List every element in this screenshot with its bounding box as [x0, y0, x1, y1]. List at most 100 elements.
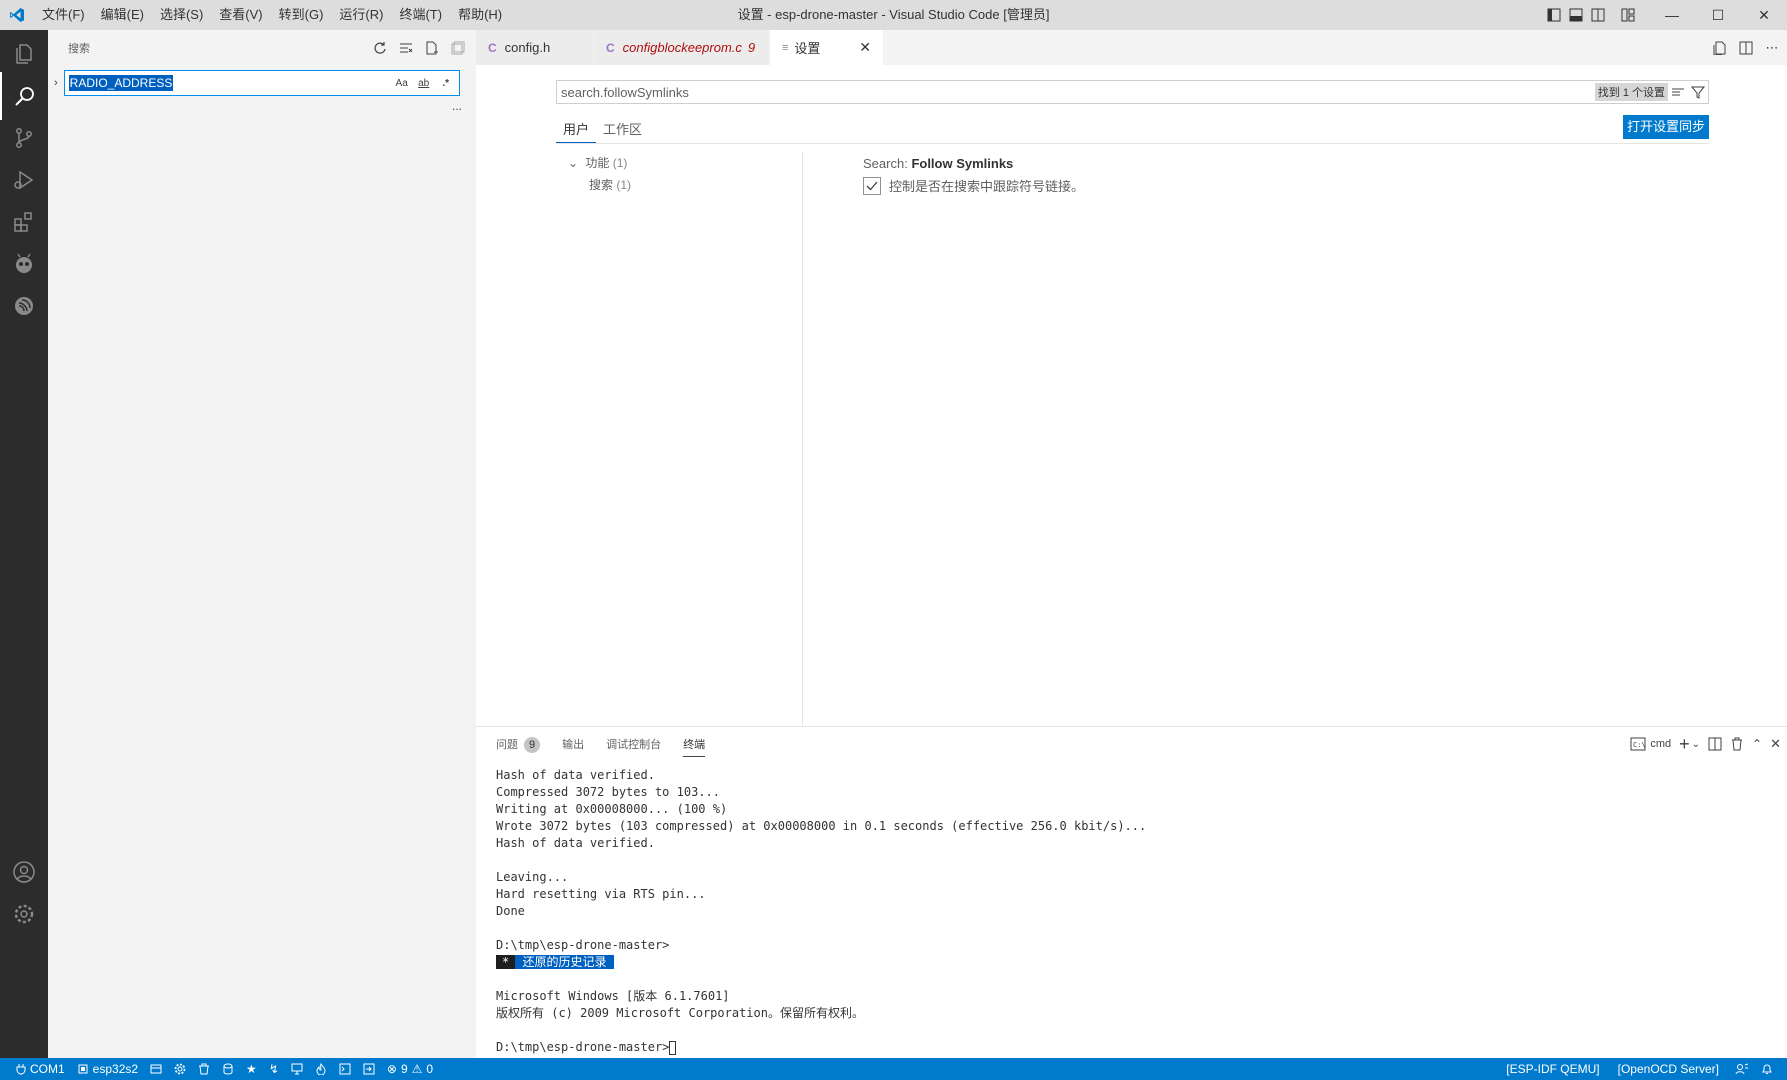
clear-settings-search-icon[interactable]	[1668, 85, 1688, 99]
toc-group-features[interactable]: ⌄ 功能 (1)	[556, 152, 802, 174]
split-editor-icon[interactable]	[1737, 39, 1755, 57]
kill-terminal-trash-icon[interactable]	[1730, 734, 1744, 754]
close-window-icon[interactable]: ✕	[1741, 0, 1787, 30]
build-cylinder-icon[interactable]	[216, 1058, 240, 1080]
toggle-replace-chevron-icon[interactable]: ›	[54, 77, 58, 89]
maximize-icon[interactable]: ☐	[1695, 0, 1741, 30]
terminal-line: Microsoft Windows [版本 6.1.7601]	[496, 989, 730, 1003]
split-terminal-icon[interactable]	[1708, 734, 1722, 754]
tab-debug-console[interactable]: 调试控制台	[606, 734, 661, 756]
maximize-panel-chevron-up-icon[interactable]: ⌃	[1752, 734, 1762, 754]
open-settings-json-icon[interactable]	[1711, 39, 1729, 57]
c-file-icon: C	[606, 40, 615, 55]
use-regex-icon[interactable]: .*	[437, 78, 455, 89]
menu-terminal[interactable]: 终端(T)	[391, 0, 450, 30]
close-panel-icon[interactable]: ✕	[1770, 734, 1781, 754]
menu-edit[interactable]: 编辑(E)	[93, 0, 152, 30]
refresh-icon[interactable]	[370, 38, 390, 58]
checkmark-icon	[866, 181, 878, 190]
terminal-line: Wrote 3072 bytes (103 compressed) at 0x0…	[496, 819, 1147, 833]
tab-config-h[interactable]: C config.h	[476, 30, 594, 65]
settings-search-value[interactable]: search.followSymlinks	[561, 85, 689, 100]
explorer-icon[interactable]	[0, 30, 48, 78]
menu-view[interactable]: 查看(V)	[211, 0, 270, 30]
tab-label: 问题	[496, 739, 518, 751]
tab-workspace-settings[interactable]: 工作区	[596, 116, 649, 143]
menu-run[interactable]: 运行(R)	[331, 0, 391, 30]
problems-summary-item[interactable]: ⊗ 9 ⚠ 0	[381, 1058, 439, 1080]
minimize-icon[interactable]: —	[1649, 0, 1695, 30]
tab-settings[interactable]: ≡ 设置 ✕	[770, 30, 884, 65]
source-control-icon[interactable]	[0, 114, 48, 162]
customize-layout-icon[interactable]	[1617, 0, 1639, 30]
collapse-all-icon[interactable]	[448, 38, 468, 58]
toggle-sidebar-icon[interactable]	[1543, 0, 1565, 30]
editor-area: C config.h C configblockeeprom.c 9 ≡ 设置 …	[476, 30, 1787, 726]
tab-problems[interactable]: 问题 9	[496, 734, 541, 756]
esp-idf-qemu-item[interactable]: [ESP-IDF QEMU]	[1500, 1058, 1605, 1080]
sdk-config-icon[interactable]	[144, 1058, 168, 1080]
monitor-icon[interactable]	[285, 1058, 309, 1080]
menu-file[interactable]: 文件(F)	[34, 0, 93, 30]
espressif-icon[interactable]	[0, 282, 48, 330]
manage-gear-icon[interactable]	[0, 890, 48, 938]
build-flash-monitor-flame-icon[interactable]	[309, 1058, 333, 1080]
extensions-icon[interactable]	[0, 198, 48, 246]
toggle-search-details-icon[interactable]: ...	[48, 100, 476, 112]
terminal-output[interactable]: Hash of data verified. Compressed 3072 b…	[476, 763, 1787, 1056]
tab-user-settings[interactable]: 用户	[556, 116, 597, 143]
target-item[interactable]: esp32s2	[71, 1058, 144, 1080]
search-icon[interactable]	[0, 72, 48, 120]
openocd-server-item[interactable]: [OpenOCD Server]	[1612, 1058, 1725, 1080]
clear-results-icon[interactable]	[396, 38, 416, 58]
run-debug-icon[interactable]	[0, 156, 48, 204]
toc-group-label: 功能	[585, 156, 610, 170]
new-terminal-icon[interactable]: +	[1679, 734, 1690, 754]
svg-text:C:\: C:\	[1633, 741, 1646, 749]
settings-scope-tabs: 用户 工作区	[556, 116, 1709, 144]
close-tab-icon[interactable]: ✕	[859, 39, 871, 56]
match-whole-word-icon[interactable]: ab	[415, 78, 433, 89]
terminal-select[interactable]: C:\ cmd	[1630, 734, 1671, 754]
terminal-prompt-icon[interactable]	[333, 1058, 357, 1080]
idf-terminal-icon[interactable]	[357, 1058, 381, 1080]
serial-port-item[interactable]: COM1	[0, 1058, 71, 1080]
toc-item-count: (1)	[616, 178, 632, 192]
toggle-panel-icon[interactable]	[1565, 0, 1587, 30]
account-icon[interactable]	[0, 848, 48, 896]
more-actions-icon[interactable]: ⋯	[1763, 39, 1781, 57]
search-input[interactable]: RADIO_ADDRESS Aa ab .*	[63, 70, 460, 96]
menuconfig-gear-icon[interactable]	[168, 1058, 192, 1080]
chevron-down-icon[interactable]: ⌄	[1692, 734, 1700, 754]
tab-output[interactable]: 输出	[562, 734, 584, 756]
settings-search-input[interactable]: search.followSymlinks 找到 1 个设置	[556, 80, 1709, 104]
title-bar: 文件(F) 编辑(E) 选择(S) 查看(V) 转到(G) 运行(R) 终端(T…	[0, 0, 1787, 30]
feedback-icon[interactable]	[1729, 1058, 1755, 1080]
flash-star-icon[interactable]: ★	[240, 1058, 263, 1080]
open-settings-sync-button[interactable]: 打开设置同步	[1623, 115, 1710, 139]
menu-go[interactable]: 转到(G)	[271, 0, 332, 30]
sidebar-title: 搜索	[68, 42, 90, 55]
terminal-name: cmd	[1650, 738, 1672, 750]
tab-configblockeeprom-c[interactable]: C configblockeeprom.c 9	[594, 30, 770, 65]
follow-symlinks-checkbox[interactable]	[863, 176, 881, 195]
menu-selection[interactable]: 选择(S)	[152, 0, 211, 30]
full-clean-trash-icon[interactable]	[192, 1058, 216, 1080]
terminal-line: Writing at 0x00008000... (100 %)	[496, 802, 728, 816]
terminal-prompt-line: D:\tmp\esp-drone-master>	[496, 1039, 1787, 1056]
toggle-secondary-sidebar-icon[interactable]	[1587, 0, 1609, 30]
toc-item-search[interactable]: 搜索 (1)	[556, 174, 802, 196]
match-case-icon[interactable]: Aa	[393, 78, 411, 89]
flash-bolt-icon[interactable]: ↯	[263, 1058, 285, 1080]
restored-star: *	[496, 955, 516, 969]
search-input-value[interactable]: RADIO_ADDRESS	[68, 75, 174, 91]
platformio-icon[interactable]	[0, 240, 48, 288]
filter-icon[interactable]	[1688, 85, 1708, 99]
search-sidebar: 搜索 › RADIO_ADDRESS Aa ab .* ...	[48, 30, 476, 1058]
settings-file-icon: ≡	[782, 41, 789, 54]
notifications-bell-icon[interactable]	[1755, 1058, 1787, 1080]
tab-terminal[interactable]: 终端	[683, 734, 706, 757]
new-search-editor-icon[interactable]	[422, 38, 442, 58]
menu-help[interactable]: 帮助(H)	[450, 0, 510, 30]
